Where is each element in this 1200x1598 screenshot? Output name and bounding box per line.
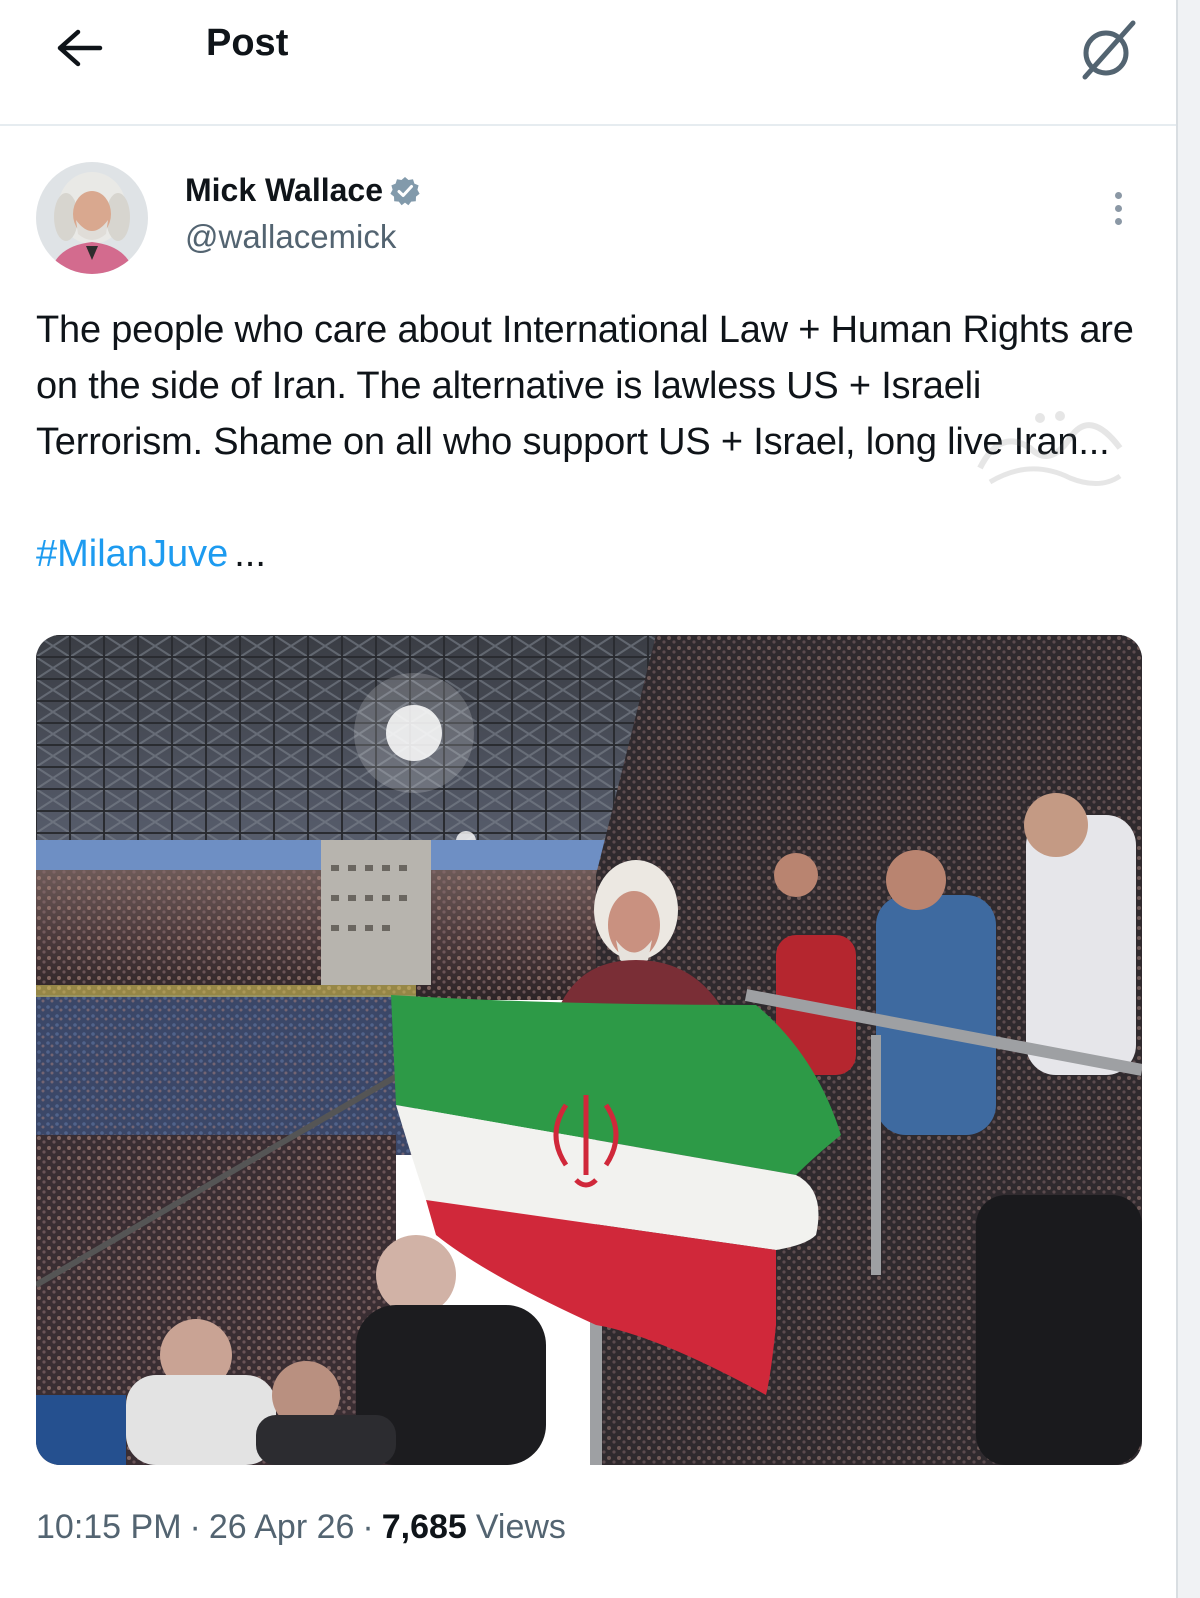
post-page: Post Mick Wallace @wallacemick The peopl… bbox=[0, 0, 1176, 1598]
views-label: Views bbox=[475, 1508, 566, 1546]
back-button[interactable] bbox=[48, 20, 112, 76]
grok-icon bbox=[1082, 20, 1136, 80]
top-bar: Post bbox=[0, 0, 1176, 126]
grok-button[interactable] bbox=[1070, 14, 1142, 86]
screen-edge bbox=[1176, 0, 1200, 1598]
post-time[interactable]: 10:15 PM bbox=[36, 1508, 182, 1547]
post-hashtag-row: #MilanJuve... bbox=[36, 526, 266, 582]
post-date[interactable]: 26 Apr 26 bbox=[209, 1508, 355, 1547]
views-count: 7,685 bbox=[381, 1508, 467, 1546]
avatar-photo bbox=[36, 162, 148, 274]
more-options-button[interactable] bbox=[1098, 180, 1138, 236]
author-display-name[interactable]: Mick Wallace bbox=[185, 172, 383, 209]
more-dot-icon bbox=[1114, 204, 1122, 212]
author-name-row: Mick Wallace bbox=[185, 172, 421, 209]
more-dot-icon bbox=[1114, 217, 1122, 225]
meta-separator: · bbox=[362, 1508, 374, 1546]
stadium-photo-with-iranian-flag bbox=[36, 635, 1142, 1465]
watermark-logo bbox=[977, 411, 1123, 486]
hashtag-link[interactable]: #MilanJuve bbox=[36, 533, 228, 575]
page-title: Post bbox=[206, 22, 289, 64]
verified-badge-icon bbox=[389, 175, 421, 207]
more-dot-icon bbox=[1114, 191, 1122, 199]
arrow-left-icon bbox=[57, 29, 103, 67]
meta-separator: · bbox=[189, 1508, 201, 1546]
avatar[interactable] bbox=[36, 162, 148, 274]
post-media-image[interactable] bbox=[36, 635, 1142, 1465]
author-handle[interactable]: @wallacemick bbox=[185, 218, 396, 256]
post-meta: 10:15 PM · 26 Apr 26 · 7,685 Views bbox=[36, 1508, 566, 1547]
show-more-ellipsis[interactable]: ... bbox=[234, 533, 266, 575]
